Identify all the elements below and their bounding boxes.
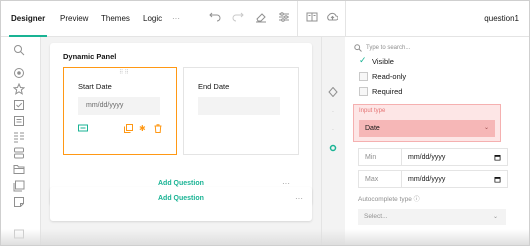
- min-label: Min: [358, 148, 402, 166]
- autocomplete-label: Autocomplete type ⓘ: [358, 194, 420, 203]
- max-label: Max: [358, 170, 402, 188]
- redo-icon[interactable]: [231, 11, 245, 25]
- duplicate-icon[interactable]: [124, 124, 133, 135]
- calendar-icon[interactable]: [494, 149, 501, 169]
- min-date-value: mm/dd/yyyy: [408, 154, 446, 161]
- autocomplete-placeholder: Select...: [364, 213, 388, 220]
- max-row: Max mm/dd/yyyy: [358, 170, 508, 188]
- bottom-shadow: [1, 229, 529, 245]
- input-type-icon[interactable]: [78, 124, 88, 135]
- dropdown-icon[interactable]: [13, 130, 27, 143]
- max-date-value: mm/dd/yyyy: [408, 176, 446, 183]
- panel-icon[interactable]: [13, 146, 27, 159]
- settings-icon[interactable]: [277, 11, 291, 25]
- chevron-down-icon: ⌄: [483, 125, 489, 131]
- date-input[interactable]: mm/dd/yyyy: [78, 97, 160, 115]
- autocomplete-label-text: Autocomplete type: [358, 196, 412, 203]
- search-icon[interactable]: [13, 43, 27, 56]
- more-tabs-button[interactable]: ···: [172, 1, 180, 37]
- more-options-button[interactable]: ···: [295, 194, 303, 203]
- checkbox-box[interactable]: [359, 72, 368, 81]
- delete-icon[interactable]: [154, 124, 162, 135]
- image-icon[interactable]: [13, 179, 27, 192]
- calendar-icon[interactable]: [494, 171, 501, 191]
- required-icon[interactable]: ✱: [139, 124, 146, 133]
- category-active-icon[interactable]: [328, 143, 338, 153]
- selected-question-name: question1: [484, 14, 519, 23]
- checkbox-icon[interactable]: [13, 98, 27, 110]
- general-category-icon[interactable]: [328, 86, 338, 98]
- toolbar-divider: [297, 1, 298, 37]
- panel-title: Dynamic Panel: [63, 52, 117, 61]
- eraser-icon[interactable]: [254, 11, 268, 25]
- publish-icon[interactable]: [325, 11, 339, 25]
- min-date-input[interactable]: mm/dd/yyyy: [402, 148, 508, 166]
- question-start-date[interactable]: ⠿⠿ Start Date mm/dd/yyyy ✱: [63, 67, 177, 155]
- dynamic-panel[interactable]: Dynamic Panel ⠿⠿ Start Date mm/dd/yyyy ✱…: [50, 43, 312, 205]
- next-panel-card[interactable]: Add Question ···: [50, 187, 312, 221]
- checkmark-icon: ✓: [359, 55, 367, 65]
- toolbar-divider: [345, 1, 346, 37]
- property-grid-category-rail: · ·: [322, 37, 344, 245]
- category-dot-icon[interactable]: ·: [328, 107, 338, 117]
- tab-preview[interactable]: Preview: [60, 1, 88, 37]
- input-type-dropdown[interactable]: Date ⌄: [359, 120, 495, 137]
- toolbox: [1, 37, 41, 245]
- property-list: Type to search... ✓ Visible Read-only Re…: [345, 37, 529, 245]
- text-icon[interactable]: [13, 114, 27, 126]
- property-search[interactable]: Type to search...: [354, 41, 524, 55]
- undo-icon[interactable]: [208, 11, 222, 25]
- input-type-property: Input type Date ⌄: [353, 104, 501, 142]
- readonly-label: Read-only: [372, 72, 407, 81]
- add-question-button[interactable]: Add Question: [158, 180, 204, 187]
- rating-icon[interactable]: [12, 82, 27, 95]
- tab-logic[interactable]: Logic: [143, 1, 162, 37]
- date-input[interactable]: [198, 97, 280, 115]
- radio-icon[interactable]: [13, 66, 27, 78]
- folder-icon[interactable]: [13, 162, 27, 174]
- property-grid: · · Type to search... ✓ Visible Read-onl…: [321, 37, 529, 245]
- help-icon[interactable]: ⓘ: [414, 197, 420, 203]
- category-dot-icon[interactable]: ·: [328, 125, 338, 135]
- checkbox-box[interactable]: [359, 87, 368, 96]
- search-placeholder: Type to search...: [366, 45, 411, 51]
- chevron-down-icon: ⌄: [492, 214, 498, 220]
- design-canvas: Dynamic Panel ⠿⠿ Start Date mm/dd/yyyy ✱…: [42, 37, 320, 245]
- book-icon[interactable]: [305, 11, 319, 25]
- min-row: Min mm/dd/yyyy: [358, 148, 508, 166]
- question-end-date[interactable]: End Date: [183, 67, 299, 155]
- tab-designer[interactable]: Designer: [8, 1, 48, 37]
- top-toolbar: Designer Preview Themes Logic ··· questi…: [1, 1, 529, 37]
- question-title: End Date: [198, 82, 230, 91]
- signature-icon[interactable]: [13, 195, 27, 207]
- max-date-input[interactable]: mm/dd/yyyy: [402, 170, 508, 188]
- question-title: Start Date: [78, 82, 112, 91]
- add-question-button[interactable]: Add Question: [158, 195, 204, 202]
- autocomplete-dropdown[interactable]: Select... ⌄: [358, 209, 506, 225]
- input-type-label: Input type: [359, 108, 386, 114]
- input-type-value: Date: [365, 125, 380, 132]
- tab-themes[interactable]: Themes: [101, 1, 130, 37]
- drag-handle-icon[interactable]: ⠿⠿: [119, 69, 130, 76]
- required-label: Required: [372, 87, 403, 96]
- survey-creator-window: Designer Preview Themes Logic ··· questi…: [0, 0, 530, 246]
- visible-label: Visible: [372, 57, 394, 66]
